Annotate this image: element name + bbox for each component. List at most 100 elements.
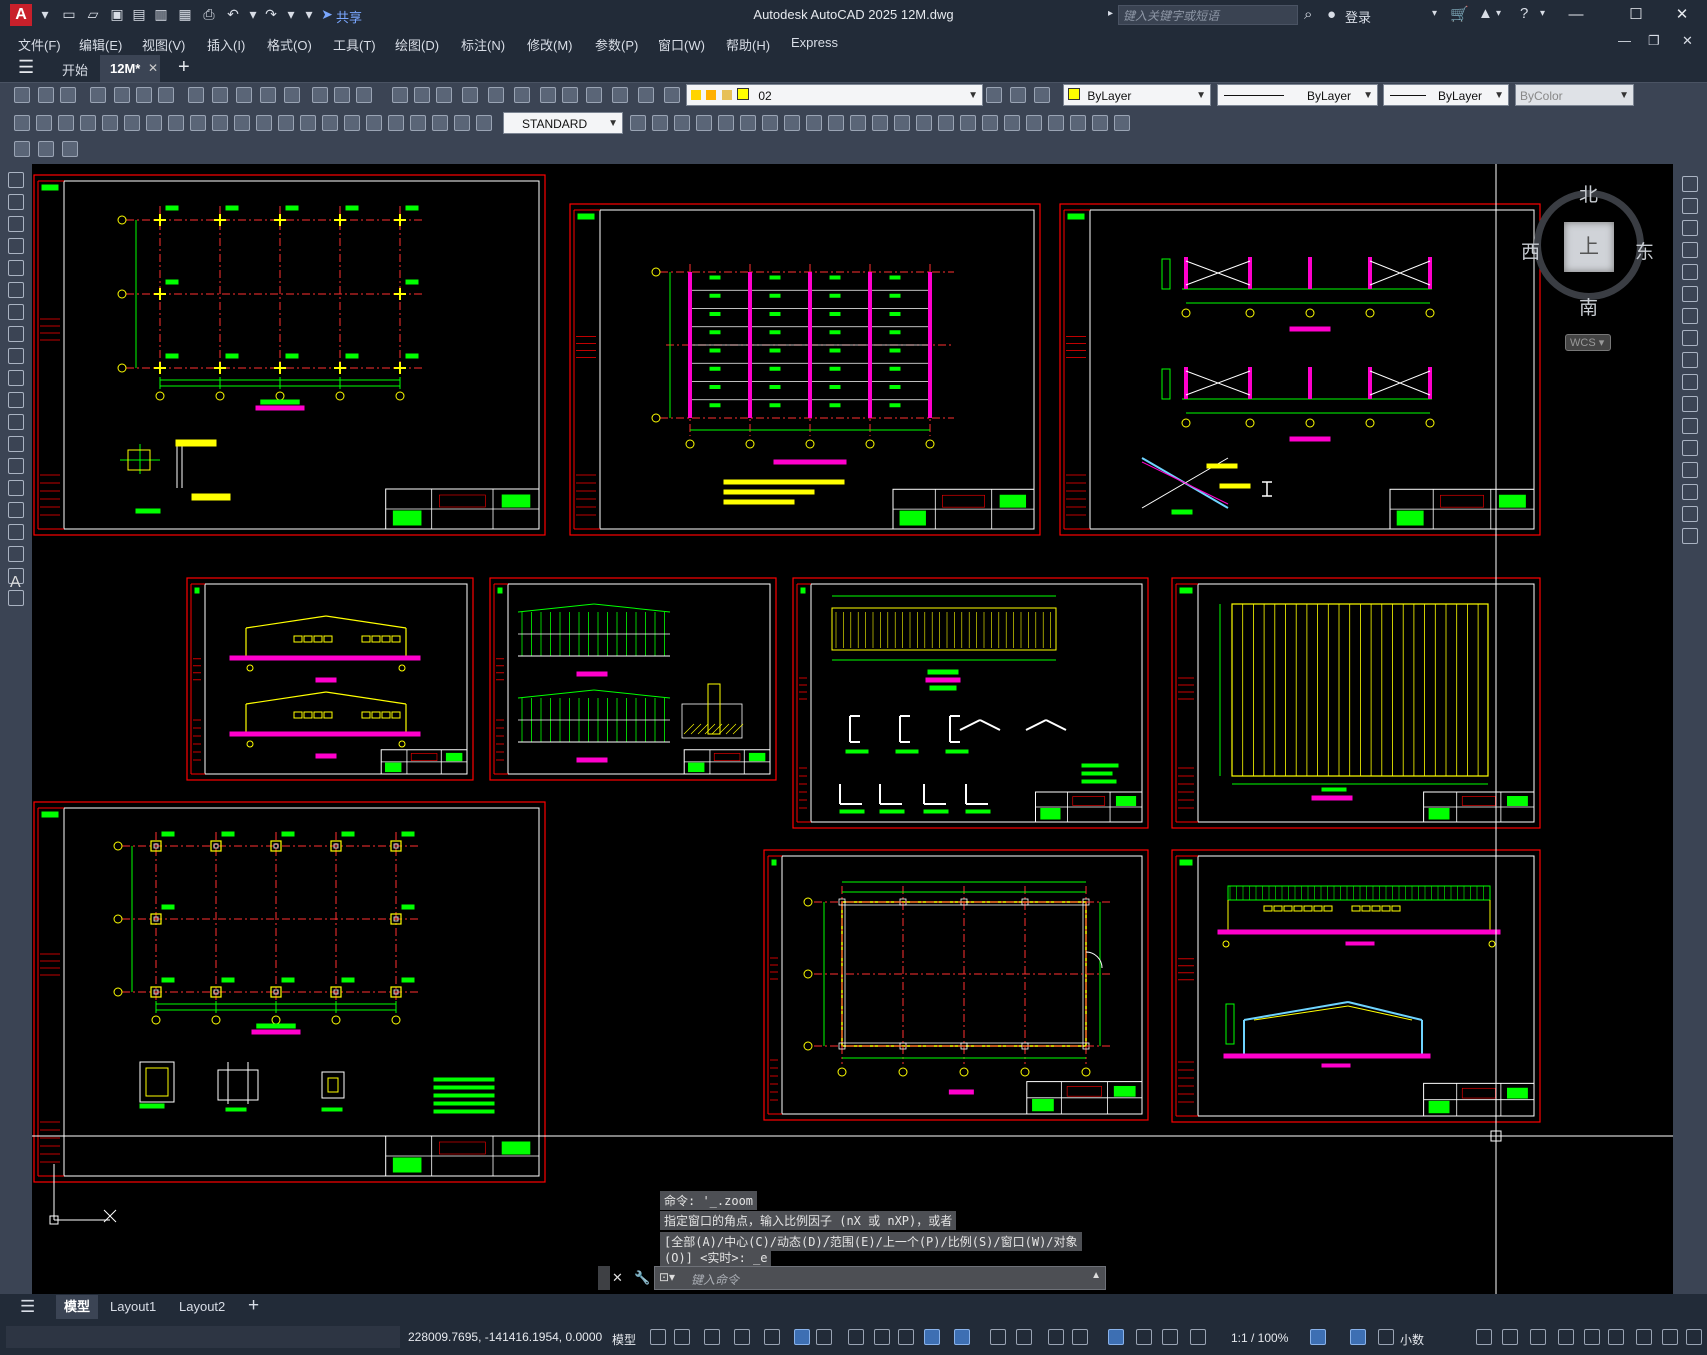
help-chevron-icon[interactable]: ▾ <box>1540 8 1545 19</box>
viewcube-north[interactable]: 北 <box>1579 180 1598 207</box>
tab-close-icon[interactable]: ✕ <box>148 61 158 75</box>
3d-tool-16-icon[interactable] <box>960 115 976 131</box>
status-toggle-18-icon[interactable] <box>1136 1329 1152 1345</box>
viewcube-south[interactable]: 南 <box>1579 293 1598 320</box>
undo-chevron-icon[interactable]: ▾ <box>244 5 262 23</box>
draw-tool-6-icon[interactable] <box>124 115 140 131</box>
3d-tool-21-icon[interactable] <box>1070 115 1086 131</box>
status-toggle-32-icon[interactable] <box>1686 1329 1702 1345</box>
drawing-canvas[interactable] <box>32 164 1673 1294</box>
draw-tool-20-icon[interactable] <box>432 115 448 131</box>
menu-parametric[interactable]: 参数(P) <box>595 35 638 54</box>
3d-tool-5-icon[interactable] <box>718 115 734 131</box>
menu-help[interactable]: 帮助(H) <box>726 35 770 54</box>
help-icon[interactable]: ? <box>1520 5 1528 22</box>
modify-palette-tool-10-icon[interactable] <box>1682 374 1698 390</box>
standard-tool-5-icon[interactable] <box>114 87 130 103</box>
search-input[interactable]: 键入关键字或短语 <box>1118 5 1298 25</box>
status-toggle-28-icon[interactable] <box>1584 1329 1600 1345</box>
draw-tool-4-icon[interactable] <box>80 115 96 131</box>
standard-tool-24-icon[interactable] <box>586 87 602 103</box>
draw-tool-15-icon[interactable] <box>322 115 338 131</box>
status-toggle-13-icon[interactable] <box>990 1329 1006 1345</box>
status-toggle-30-icon[interactable] <box>1636 1329 1652 1345</box>
new-tab-button[interactable]: + <box>178 56 190 79</box>
draw-palette-tool-18-icon[interactable] <box>8 546 24 562</box>
3d-tool-15-icon[interactable] <box>938 115 954 131</box>
draw-palette-tool-8-icon[interactable] <box>8 326 24 342</box>
close-button[interactable]: ✕ <box>1662 2 1702 28</box>
new-file-icon[interactable]: ▭ <box>60 5 78 23</box>
plotstyle-dropdown[interactable]: ByColor ▼ <box>1515 84 1634 106</box>
viewcube-west[interactable]: 西 <box>1521 237 1540 264</box>
redo-icon[interactable]: ↷ <box>262 5 280 23</box>
login-button[interactable]: 登录 <box>1345 7 1371 26</box>
modify-palette-tool-11-icon[interactable] <box>1682 396 1698 412</box>
tab-layout1[interactable]: Layout1 <box>110 1299 156 1314</box>
modify-palette-tool-4-icon[interactable] <box>1682 242 1698 258</box>
menu-format[interactable]: 格式(O) <box>267 35 312 54</box>
coordinate-display[interactable]: 228009.7695, -141416.1954, 0.0000 <box>408 1330 602 1344</box>
draw-palette-tool-20-icon[interactable] <box>8 590 24 606</box>
file-tab-menu-icon[interactable]: ☰ <box>18 57 34 78</box>
web-mobile-icon[interactable]: ▦ <box>176 5 194 23</box>
3d-tool-11-icon[interactable] <box>850 115 866 131</box>
status-toggle-6-icon[interactable] <box>794 1329 810 1345</box>
share-icon[interactable]: ➤ <box>318 5 336 23</box>
command-prompt-icon[interactable]: ⊡▾ <box>659 1270 675 1284</box>
maximize-button[interactable]: ☐ <box>1616 2 1656 28</box>
publish-icon[interactable]: ▥ <box>152 5 170 23</box>
standard-tool-8-icon[interactable] <box>188 87 204 103</box>
standard-tool-11-icon[interactable] <box>260 87 276 103</box>
standard-tool-4-icon[interactable] <box>90 87 106 103</box>
draw-tool-13-icon[interactable] <box>278 115 294 131</box>
add-layout-button[interactable]: + <box>248 1295 259 1317</box>
units-dropdown[interactable]: 小数 <box>1400 1331 1424 1348</box>
command-history-toggle-icon[interactable]: ▲ <box>1091 1270 1101 1281</box>
status-toggle-29-icon[interactable] <box>1608 1329 1624 1345</box>
3d-tool-2-icon[interactable] <box>652 115 668 131</box>
modify-palette-tool-17-icon[interactable] <box>1682 528 1698 544</box>
layer-tool-3-icon[interactable] <box>1034 87 1050 103</box>
status-toggle-9-icon[interactable] <box>874 1329 890 1345</box>
status-toggle-14-icon[interactable] <box>1016 1329 1032 1345</box>
status-toggle-7-icon[interactable] <box>816 1329 832 1345</box>
status-toggle-4-icon[interactable] <box>734 1329 750 1345</box>
draw-tool-10-icon[interactable] <box>212 115 228 131</box>
user-icon[interactable]: ● <box>1327 6 1336 23</box>
plot-icon[interactable]: ⎙ <box>200 5 218 23</box>
draw-tool-3-icon[interactable] <box>58 115 74 131</box>
3d-tool-3-icon[interactable] <box>674 115 690 131</box>
standard-tool-14-icon[interactable] <box>334 87 350 103</box>
draw-palette-tool-5-icon[interactable] <box>8 260 24 276</box>
draw-palette-tool-17-icon[interactable] <box>8 524 24 540</box>
standard-tool-3-icon[interactable] <box>60 87 76 103</box>
modify-palette-tool-12-icon[interactable] <box>1682 418 1698 434</box>
status-toggle-10-icon[interactable] <box>898 1329 914 1345</box>
draw-palette-tool-15-icon[interactable] <box>8 480 24 496</box>
drawing-restore-button[interactable]: ❐ <box>1648 33 1660 49</box>
modify-palette-tool-2-icon[interactable] <box>1682 198 1698 214</box>
status-toggle-8-icon[interactable] <box>848 1329 864 1345</box>
3d-tool-17-icon[interactable] <box>982 115 998 131</box>
modify-palette-tool-13-icon[interactable] <box>1682 440 1698 456</box>
command-line-grip[interactable] <box>598 1266 610 1290</box>
status-toggle-15-icon[interactable] <box>1048 1329 1064 1345</box>
save-icon[interactable]: ▣ <box>108 5 126 23</box>
standard-tool-20-icon[interactable] <box>488 87 504 103</box>
modify-palette-tool-1-icon[interactable] <box>1682 176 1698 192</box>
modify-palette-tool-9-icon[interactable] <box>1682 352 1698 368</box>
status-toggle-21-icon[interactable] <box>1310 1329 1326 1345</box>
draw-tool-14-icon[interactable] <box>300 115 316 131</box>
text-style-dropdown[interactable]: STANDARD ▼ <box>503 112 623 134</box>
draw-palette-tool-3-icon[interactable] <box>8 216 24 232</box>
exchange-icon[interactable]: ▲ <box>1478 5 1493 22</box>
modify-palette-tool-16-icon[interactable] <box>1682 506 1698 522</box>
3d-tool-1-icon[interactable] <box>630 115 646 131</box>
draw-tool-21-icon[interactable] <box>454 115 470 131</box>
3d-tool-12-icon[interactable] <box>872 115 888 131</box>
standard-tool-18-icon[interactable] <box>436 87 452 103</box>
misc-tool-2-icon[interactable] <box>38 141 54 157</box>
redo-chevron-icon[interactable]: ▾ <box>282 5 300 23</box>
3d-tool-23-icon[interactable] <box>1114 115 1130 131</box>
